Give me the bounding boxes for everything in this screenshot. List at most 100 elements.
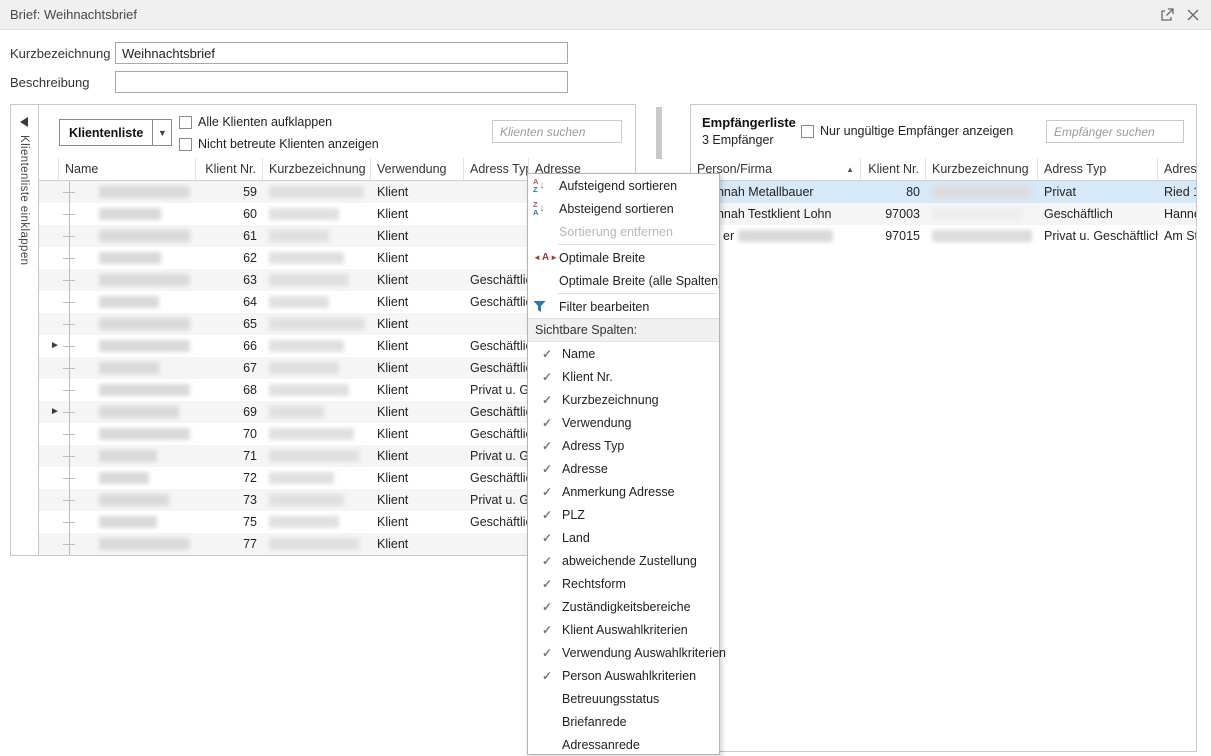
empfaenger-count: 3 Empfänger bbox=[702, 133, 774, 147]
blurred-text bbox=[269, 318, 365, 330]
column-toggle-label: Anmerkung Adresse bbox=[562, 485, 675, 499]
checkbox-alle-klienten-aufklappen[interactable]: Alle Klienten aufklappen bbox=[179, 115, 332, 129]
menu-item-label: Aufsteigend sortieren bbox=[559, 179, 677, 193]
column-header-Name[interactable]: Name bbox=[59, 158, 196, 180]
name-cell bbox=[59, 335, 196, 357]
column-toggle-label: Zuständigkeitsbereiche bbox=[562, 600, 691, 614]
checkmark-icon: ✓ bbox=[542, 554, 562, 568]
panel-splitter-handle[interactable] bbox=[656, 107, 662, 159]
checkbox-nicht-betreute-klienten[interactable]: Nicht betreute Klienten anzeigen bbox=[179, 137, 379, 151]
empfaenger-table-body: Hannah Metallbauer80PrivatRied 1,Hannah … bbox=[691, 181, 1196, 751]
empfaenger-search-input[interactable] bbox=[1046, 120, 1184, 143]
column-header-Adresse[interactable]: Adresse bbox=[1158, 158, 1196, 180]
kurzbezeichnung-cell bbox=[263, 511, 371, 533]
row-indicator-cell bbox=[39, 313, 59, 335]
kurzbezeichnung-cell bbox=[263, 467, 371, 489]
column-toggle-label: Klient Nr. bbox=[562, 370, 613, 384]
expand-node-icon[interactable]: ► bbox=[50, 405, 60, 419]
row-indicator-cell bbox=[39, 269, 59, 291]
column-toggle-label: Verwendung Auswahlkriterien bbox=[562, 646, 726, 660]
checkmark-icon: ✓ bbox=[542, 439, 562, 453]
beschreibung-field[interactable] bbox=[115, 71, 568, 93]
column-context-menu: AZ↓Aufsteigend sortierenZA↓Absteigend so… bbox=[527, 173, 720, 755]
menu-item-label: Filter bearbeiten bbox=[559, 300, 649, 314]
person-name-text: er bbox=[723, 229, 734, 243]
klient-nr-cell: 62 bbox=[196, 247, 263, 269]
list-selector-label: Klientenliste bbox=[60, 120, 152, 145]
column-toggle-label: PLZ bbox=[562, 508, 585, 522]
klienten-search-input[interactable] bbox=[492, 120, 622, 143]
name-cell bbox=[59, 291, 196, 313]
column-header-Verwendung[interactable]: Verwendung bbox=[371, 158, 464, 180]
beschreibung-label: Beschreibung bbox=[10, 75, 90, 90]
blurred-text bbox=[99, 494, 169, 506]
column-toggle-adressanrede[interactable]: Adressanrede bbox=[528, 733, 719, 756]
close-icon[interactable] bbox=[1185, 7, 1201, 23]
adress-typ-cell: Privat bbox=[1038, 181, 1158, 203]
row-indicator-cell bbox=[39, 203, 59, 225]
blurred-text bbox=[269, 538, 359, 550]
column-toggle-verwendung-auswahlkriterien[interactable]: ✓Verwendung Auswahlkriterien bbox=[528, 641, 719, 664]
blurred-text bbox=[99, 406, 179, 418]
menu-item-spacer bbox=[533, 272, 559, 290]
blurred-text bbox=[99, 472, 149, 484]
empfaenger-row[interactable]: Hannah Metallbauer80PrivatRied 1, bbox=[691, 181, 1196, 203]
menu-item-filter-bearbeiten[interactable]: Filter bearbeiten bbox=[528, 295, 719, 318]
verwendung-cell: Klient bbox=[371, 335, 464, 357]
column-header-Kurzbezeichnung[interactable]: Kurzbezeichnung bbox=[926, 158, 1038, 180]
menu-item-optimale-breite[interactable]: ◄A►Optimale Breite bbox=[528, 246, 719, 269]
popout-window-icon[interactable] bbox=[1159, 7, 1175, 23]
checkmark-icon: ✓ bbox=[542, 508, 562, 522]
column-toggle-briefanrede[interactable]: Briefanrede bbox=[528, 710, 719, 733]
column-header-Kurzbezeichnung[interactable]: Kurzbezeichnung bbox=[263, 158, 371, 180]
column-header-Adress Typ[interactable]: Adress Typ bbox=[1038, 158, 1158, 180]
column-header-indicator[interactable] bbox=[39, 158, 59, 180]
column-toggle-name[interactable]: ✓Name bbox=[528, 342, 719, 365]
column-toggle-zust-ndigkeitsbereiche[interactable]: ✓Zuständigkeitsbereiche bbox=[528, 595, 719, 618]
column-toggle-abweichende-zustellung[interactable]: ✓abweichende Zustellung bbox=[528, 549, 719, 572]
menu-item-optimale-breite-alle-spalten-[interactable]: Optimale Breite (alle Spalten) bbox=[528, 269, 719, 292]
column-toggle-adresse[interactable]: ✓Adresse bbox=[528, 457, 719, 480]
verwendung-cell: Klient bbox=[371, 423, 464, 445]
checkbox-box bbox=[179, 138, 192, 151]
menu-item-aufsteigend-sortieren[interactable]: AZ↓Aufsteigend sortieren bbox=[528, 174, 719, 197]
blurred-text bbox=[99, 538, 190, 550]
klient-nr-cell: 97015 bbox=[861, 225, 926, 247]
column-toggle-person-auswahlkriterien[interactable]: ✓Person Auswahlkriterien bbox=[528, 664, 719, 687]
blurred-text bbox=[269, 340, 344, 352]
column-header-Adress Typ[interactable]: Adress Typ bbox=[464, 158, 529, 180]
column-toggle-anmerkung-adresse[interactable]: ✓Anmerkung Adresse bbox=[528, 480, 719, 503]
expand-node-icon[interactable]: ► bbox=[50, 339, 60, 353]
column-toggle-klient-nr-[interactable]: ✓Klient Nr. bbox=[528, 365, 719, 388]
list-selector-dropdown[interactable]: Klientenliste ▼ bbox=[59, 119, 172, 146]
kurzbezeichnung-field[interactable] bbox=[115, 42, 568, 64]
arrow-down-icon: ↓ bbox=[539, 204, 544, 214]
column-toggle-label: Klient Auswahlkriterien bbox=[562, 623, 688, 637]
column-toggle-verwendung[interactable]: ✓Verwendung bbox=[528, 411, 719, 434]
row-indicator-cell bbox=[39, 379, 59, 401]
blurred-text bbox=[99, 362, 159, 374]
menu-item-label: Optimale Breite (alle Spalten) bbox=[559, 274, 719, 288]
column-header-Klient Nr.[interactable]: Klient Nr. bbox=[861, 158, 926, 180]
blurred-text bbox=[932, 230, 1032, 242]
column-toggle-adress-typ[interactable]: ✓Adress Typ bbox=[528, 434, 719, 457]
column-toggle-plz[interactable]: ✓PLZ bbox=[528, 503, 719, 526]
verwendung-cell: Klient bbox=[371, 511, 464, 533]
column-toggle-klient-auswahlkriterien[interactable]: ✓Klient Auswahlkriterien bbox=[528, 618, 719, 641]
checkbox-nur-ungueltige-empfaenger[interactable]: Nur ungültige Empfänger anzeigen bbox=[801, 124, 1013, 138]
kurzbezeichnung-cell bbox=[263, 225, 371, 247]
sort-ascending-arrow-icon: ▲ bbox=[846, 165, 854, 174]
empfaenger-row[interactable]: Hannah Testklient Lohn97003GeschäftlichH… bbox=[691, 203, 1196, 225]
klient-nr-cell: 64 bbox=[196, 291, 263, 313]
column-toggle-betreuungsstatus[interactable]: Betreuungsstatus bbox=[528, 687, 719, 710]
column-toggle-rechtsform[interactable]: ✓Rechtsform bbox=[528, 572, 719, 595]
column-toggle-kurzbezeichnung[interactable]: ✓Kurzbezeichnung bbox=[528, 388, 719, 411]
column-toggle-land[interactable]: ✓Land bbox=[528, 526, 719, 549]
filter-icon bbox=[533, 298, 559, 316]
empfaenger-row[interactable]: er97015Privat u. GeschäftlichAm Sta bbox=[691, 225, 1196, 247]
column-header-Klient Nr.[interactable]: Klient Nr. bbox=[196, 158, 263, 180]
collapse-klientenliste-button[interactable]: Klientenliste einklappen bbox=[11, 105, 39, 555]
menu-item-absteigend-sortieren[interactable]: ZA↓Absteigend sortieren bbox=[528, 197, 719, 220]
empfaenger-table-header[interactable]: Person/Firma▲Klient Nr.KurzbezeichnungAd… bbox=[691, 158, 1196, 181]
blurred-text bbox=[269, 252, 344, 264]
